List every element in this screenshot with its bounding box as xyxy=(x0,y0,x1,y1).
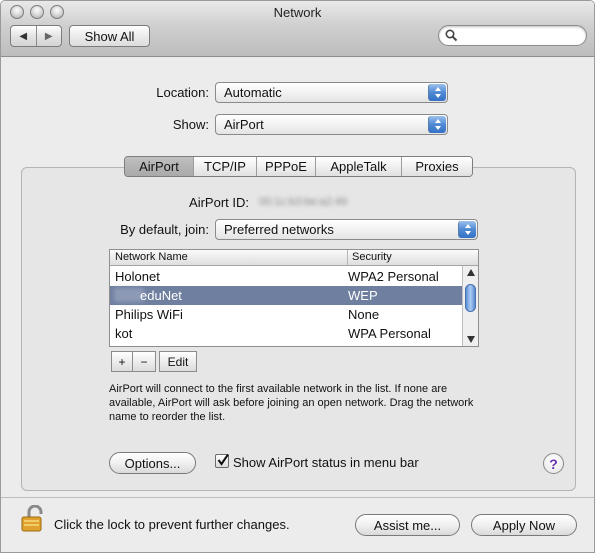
tab-airport[interactable]: AirPort xyxy=(125,157,194,176)
column-network-name[interactable]: Network Name xyxy=(115,251,188,263)
forward-arrow-icon[interactable]: ▶ xyxy=(37,26,62,46)
edit-network-button[interactable]: Edit xyxy=(159,351,197,372)
titlebar: Network ◀ ▶ Show All xyxy=(1,1,594,57)
scroll-down-icon[interactable] xyxy=(467,336,475,343)
table-header: Network Name Security xyxy=(110,250,478,266)
window-title: Network xyxy=(273,5,322,20)
join-label: By default, join: xyxy=(120,222,209,237)
show-popup[interactable]: AirPort xyxy=(215,114,448,135)
checkmark-icon xyxy=(217,453,229,466)
settings-tabs: AirPort TCP/IP PPPoE AppleTalk Proxies xyxy=(124,156,473,177)
location-popup[interactable]: Automatic xyxy=(215,82,448,103)
network-window: Network ◀ ▶ Show All Location: Automatic… xyxy=(0,0,595,553)
assist-me-button[interactable]: Assist me... xyxy=(355,514,460,536)
show-status-label[interactable]: Show AirPort status in menu bar xyxy=(233,455,419,470)
network-security: WEP xyxy=(348,288,378,303)
remove-network-button[interactable]: − xyxy=(132,351,156,372)
location-value: Automatic xyxy=(224,85,282,100)
tab-pppoe[interactable]: PPPoE xyxy=(257,157,316,176)
apply-now-button[interactable]: Apply Now xyxy=(471,514,577,536)
network-security: WPA Personal xyxy=(348,326,431,341)
options-button[interactable]: Options... xyxy=(109,452,196,474)
lock-text: Click the lock to prevent further change… xyxy=(54,517,290,532)
scroll-up-icon[interactable] xyxy=(467,269,475,276)
tab-proxies[interactable]: Proxies xyxy=(402,157,472,176)
table-row[interactable]: Holonet WPA2 Personal xyxy=(110,267,462,286)
search-icon xyxy=(445,29,458,42)
airport-id-label: AirPort ID: xyxy=(189,195,249,210)
nav-segment: ◀ ▶ xyxy=(10,25,62,47)
network-security: None xyxy=(348,307,380,322)
scroll-thumb[interactable] xyxy=(465,284,476,312)
location-label: Location: xyxy=(156,85,209,100)
show-all-button[interactable]: Show All xyxy=(69,25,150,47)
popup-arrows-icon xyxy=(458,221,476,238)
popup-arrows-icon xyxy=(428,116,446,133)
help-note: AirPort will connect to the first availa… xyxy=(109,383,474,423)
network-name: kot xyxy=(115,326,133,341)
table-scrollbar[interactable] xyxy=(462,266,478,346)
table-row-selected[interactable]: eduNet WEP xyxy=(110,286,462,305)
show-status-checkbox[interactable] xyxy=(215,453,229,468)
column-security[interactable]: Security xyxy=(347,250,392,265)
back-arrow-icon[interactable]: ◀ xyxy=(11,26,37,46)
table-row[interactable]: kot WPA Personal xyxy=(110,324,462,343)
add-network-button[interactable]: + xyxy=(111,351,133,372)
show-value: AirPort xyxy=(224,117,264,132)
search-field[interactable] xyxy=(438,25,587,46)
lock-icon[interactable] xyxy=(19,504,47,536)
tab-appletalk[interactable]: AppleTalk xyxy=(316,157,402,176)
table-row[interactable]: Philips WiFi None xyxy=(110,305,462,324)
popup-arrows-icon xyxy=(428,84,446,101)
join-value: Preferred networks xyxy=(224,222,334,237)
show-label: Show: xyxy=(172,117,209,132)
network-security: WPA2 Personal xyxy=(348,269,439,284)
network-name: Philips WiFi xyxy=(115,307,183,322)
preferred-networks-table: Network Name Security Holonet WPA2 Perso… xyxy=(109,249,479,347)
help-button[interactable]: ? xyxy=(543,453,564,474)
airport-id-value: 00:1c:b3:be:a2:49 xyxy=(259,196,348,208)
footer-divider xyxy=(1,497,594,498)
tab-tcpip[interactable]: TCP/IP xyxy=(194,157,257,176)
network-name: eduNet xyxy=(140,288,182,303)
network-name: Holonet xyxy=(115,269,160,284)
join-popup[interactable]: Preferred networks xyxy=(215,219,478,240)
